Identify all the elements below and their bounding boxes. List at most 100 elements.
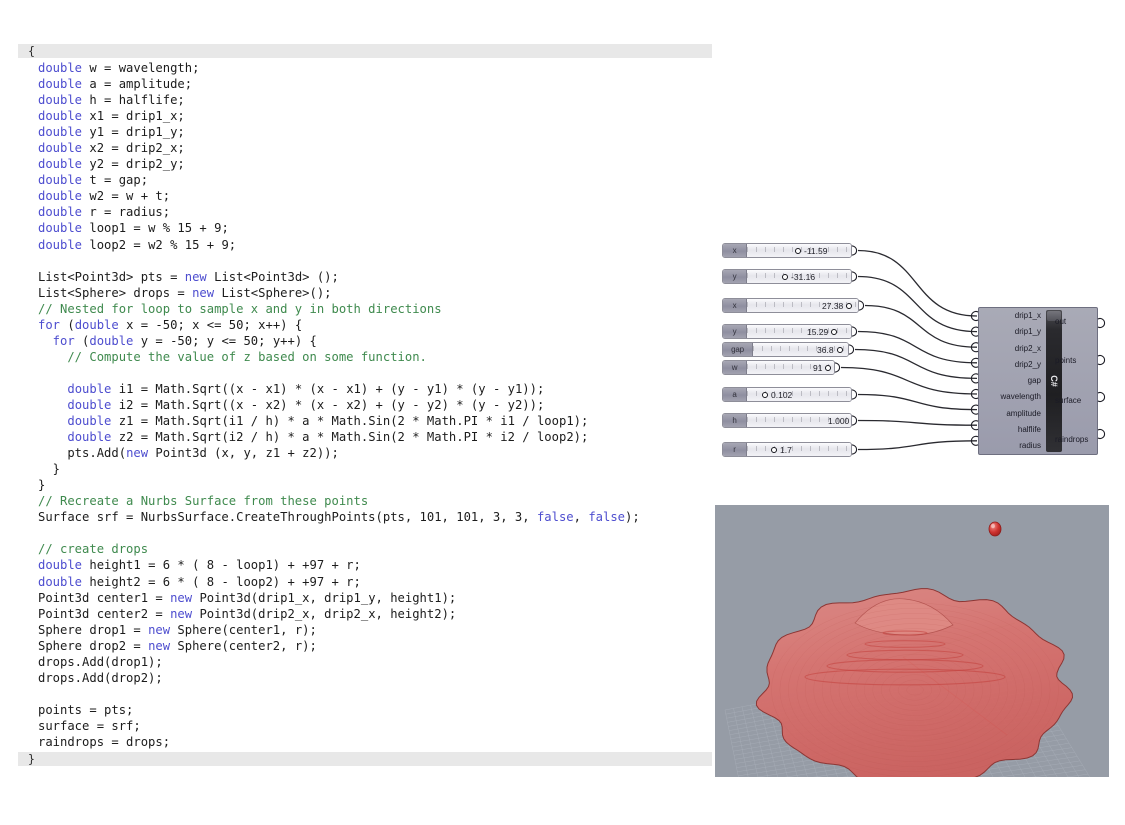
code-token: a = amplitude;	[89, 77, 193, 92]
slider-amplitude-value-group: 0.102	[762, 390, 792, 400]
input-port-radius[interactable]	[970, 435, 979, 446]
code-line: double z2 = Math.Sqrt(i2 / h) * a * Math…	[18, 429, 712, 445]
code-token: Sphere drop1 =	[38, 622, 149, 637]
slider-drip2-x-track[interactable]: 27.38	[747, 299, 858, 312]
code-editor-panel[interactable]: { double w = wavelength; double a = ampli…	[18, 44, 712, 766]
output-port-out[interactable]	[1097, 317, 1106, 329]
code-token: height2 = 6 * ( 8 - loop2) + +97 + r;	[89, 574, 361, 589]
slider-drip2-y-value-group: 15.29	[807, 327, 838, 337]
input-port-wavelength[interactable]	[970, 388, 979, 400]
slider-radius-handle[interactable]	[771, 446, 777, 453]
code-token: h = halflife;	[89, 93, 185, 108]
code-line: // create drops	[18, 541, 712, 557]
code-token: i2 = Math.Sqrt((x - x2) * (x - x2) + (y …	[118, 397, 545, 412]
code-line: Sphere drop1 = new Sphere(center1, r);	[18, 622, 712, 638]
rhino-3d-viewport[interactable]	[715, 505, 1109, 777]
code-token: for	[38, 317, 68, 332]
code-line: // Compute the value of z based on some …	[18, 349, 712, 365]
input-port-halflife[interactable]	[970, 420, 979, 431]
input-port-drip2_y[interactable]	[970, 357, 979, 368]
input-port-drip2_x[interactable]	[970, 342, 979, 353]
output-port-points[interactable]	[1097, 354, 1106, 366]
slider-radius-value-group: 1.7	[771, 445, 792, 455]
code-token: loop2 = w2 % 15 + 9;	[89, 237, 237, 252]
input-port-amplitude[interactable]	[970, 404, 979, 415]
code-token: r = radius;	[89, 205, 171, 220]
input-port-drip1_x[interactable]	[970, 310, 979, 322]
code-token: // Nested for loop to sample x and y in …	[38, 301, 442, 316]
slider-drip1-y-track[interactable]: -31.16	[747, 270, 851, 283]
input-port-drip1_y[interactable]	[970, 326, 979, 337]
slider-drip2-x-handle[interactable]	[846, 302, 853, 309]
slider-radius[interactable]: r 1.7	[722, 442, 852, 457]
slider-drip2-x[interactable]: x 27.38	[722, 298, 859, 313]
slider-wavelength-handle[interactable]	[825, 364, 832, 371]
code-token: pts.Add(	[38, 446, 127, 461]
code-line: double t = gap;	[18, 172, 712, 188]
slider-drip1-y[interactable]: y -31.16	[722, 269, 852, 284]
slider-gap-handle[interactable]	[836, 346, 843, 353]
code-line: double w2 = w + t;	[18, 188, 712, 204]
code-token: double	[38, 574, 90, 589]
slider-gap[interactable]: gap 36.8	[722, 342, 849, 357]
slider-drip2-y-track[interactable]: 15.29	[747, 325, 851, 338]
code-line: double x2 = drip2_x;	[18, 140, 712, 156]
slider-gap-track[interactable]: 36.8	[753, 343, 848, 356]
slider-drip2-y[interactable]: y 15.29	[722, 324, 852, 339]
code-token: Point3d (x, y, z1 + z2));	[155, 446, 339, 461]
code-token: );	[625, 510, 640, 525]
csharp-script-component[interactable]: drip1_x drip1_y drip2_x drip2_y gap wavelengt…	[970, 307, 1106, 455]
viewport-scene	[724, 521, 1091, 777]
slider-drip1-y-handle[interactable]	[782, 273, 788, 280]
slider-drip2-y-handle[interactable]	[831, 328, 838, 335]
code-line: Surface srf = NurbsSurface.CreateThrough…	[18, 509, 712, 525]
code-token: x2 = drip2_x;	[89, 141, 185, 156]
slider-radius-track[interactable]: 1.7	[747, 443, 851, 456]
code-token: double	[38, 173, 90, 188]
code-token: double	[38, 157, 90, 172]
code-line: drops.Add(drop1);	[18, 654, 712, 670]
slider-wavelength-track[interactable]: 91	[747, 361, 834, 374]
code-line: // Nested for loop to sample x and y in …	[18, 301, 712, 317]
slider-amplitude[interactable]: a 0.102	[722, 387, 852, 402]
grasshopper-node-graph[interactable]: x -11.59 y -31.16 x 27.38 y 15.29 gap 36.8 w 91 a 0.1…	[712, 232, 1112, 482]
slider-drip2-y-label: y	[723, 325, 747, 338]
code-token: double	[67, 430, 119, 445]
code-token: List<Sphere> drops =	[38, 285, 193, 300]
slider-halflife-value-group: 1.000	[828, 416, 851, 426]
slider-halflife[interactable]: h 1.000	[722, 413, 852, 428]
code-token: height1 = 6 * ( 8 - loop1) + +97 + r;	[89, 558, 361, 573]
slider-halflife-track[interactable]: 1.000	[747, 414, 851, 427]
slider-drip1-x-track[interactable]: -11.59	[747, 244, 851, 257]
code-token: double	[38, 109, 90, 124]
output-port-surface[interactable]	[1097, 391, 1106, 403]
raindrop-sphere[interactable]	[988, 521, 1002, 537]
code-editor-bottom-bar	[18, 752, 712, 766]
slider-drip1-x[interactable]: x -11.59	[722, 243, 852, 258]
slider-drip2-x-value-group: 27.38	[822, 301, 853, 311]
code-editor-body[interactable]: double w = wavelength; double a = amplitu…	[18, 58, 712, 752]
slider-wavelength[interactable]: w 91	[722, 360, 835, 375]
code-line: double y2 = drip2_y;	[18, 156, 712, 172]
code-token: double	[74, 317, 127, 332]
code-token: // Recreate a Nurbs Surface from these p…	[38, 494, 369, 509]
code-editor-top-bar	[18, 44, 712, 58]
code-line: surface = srf;	[18, 718, 712, 734]
slider-drip1-x-handle[interactable]	[795, 247, 801, 254]
output-port-raindrops[interactable]	[1097, 428, 1106, 440]
code-line: Point3d center1 = new Point3d(drip1_x, d…	[18, 590, 712, 606]
code-token: y = -50; y <= 50; y++) {	[140, 333, 317, 348]
code-token: x1 = drip1_x;	[89, 109, 185, 124]
slider-gap-label: gap	[723, 343, 753, 356]
slider-amplitude-label: a	[723, 388, 747, 401]
code-token: double	[89, 333, 141, 348]
code-token: y2 = drip2_y;	[89, 157, 185, 172]
code-token: t = gap;	[89, 173, 149, 188]
code-token: drops.Add(drop2);	[38, 670, 163, 685]
code-token: new	[170, 606, 200, 621]
input-port-gap[interactable]	[970, 373, 979, 384]
slider-amplitude-handle[interactable]	[762, 391, 768, 398]
slider-amplitude-track[interactable]: 0.102	[747, 388, 851, 401]
